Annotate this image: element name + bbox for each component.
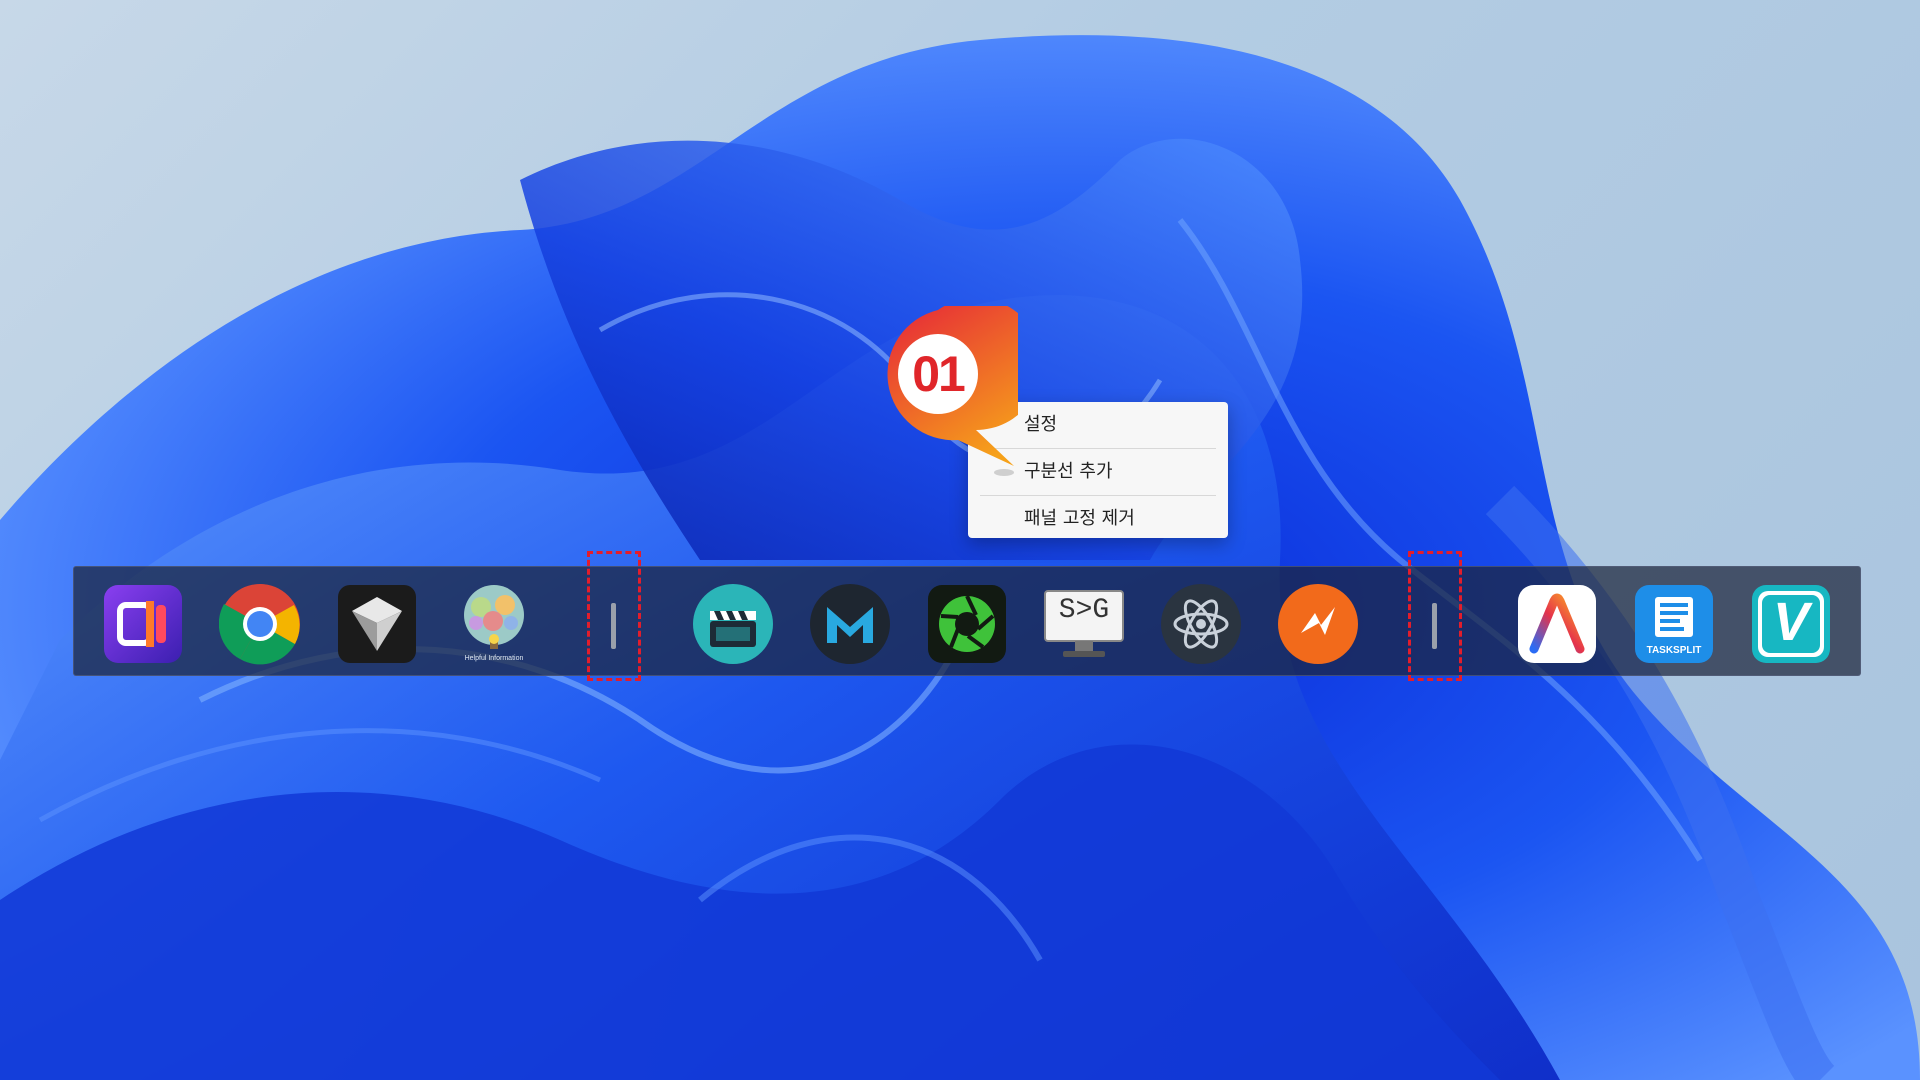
aperture-icon bbox=[928, 585, 1006, 663]
dock-app-8[interactable]: S>G bbox=[1043, 583, 1125, 665]
dock-app-6[interactable] bbox=[809, 583, 891, 665]
menu-item-unpin-panel[interactable]: 패널 고정 제거 bbox=[968, 500, 1228, 538]
menu-separator bbox=[980, 495, 1216, 496]
helpful-information-tree-icon bbox=[464, 585, 524, 649]
atom-icon bbox=[1161, 584, 1241, 664]
menu-item-settings-label: 설정 bbox=[1024, 414, 1058, 435]
separator-highlight-box bbox=[587, 551, 641, 681]
purple-split-app-icon bbox=[104, 585, 182, 663]
dock-app-13[interactable]: V bbox=[1750, 583, 1832, 665]
dock-app-12[interactable]: TASKSPLIT bbox=[1633, 583, 1715, 665]
separator-highlight-box bbox=[1408, 551, 1462, 681]
chrome-icon bbox=[219, 584, 300, 665]
tasksplit-caption: TASKSPLIT bbox=[1646, 645, 1702, 656]
dock-app-1[interactable] bbox=[102, 583, 184, 665]
s-to-g-label: S>G bbox=[1058, 595, 1110, 626]
wallpaper bbox=[0, 35, 1920, 1080]
orange-bolt-icon bbox=[1278, 584, 1358, 664]
clapperboard-icon bbox=[693, 584, 773, 664]
v-logo-label: V bbox=[1772, 592, 1810, 652]
dock-app-5[interactable] bbox=[692, 583, 774, 665]
dock-app-10[interactable] bbox=[1277, 583, 1359, 665]
dock-app-4[interactable]: Helpful Information bbox=[453, 583, 535, 665]
cube-app-icon bbox=[338, 585, 416, 663]
step-callout: 01 bbox=[868, 298, 1042, 466]
desktop: 설정 구분선 추가 패널 고정 제거 01 Helpful Informatio… bbox=[0, 0, 1920, 1080]
menu-item-add-separator-label: 구분선 추가 bbox=[1024, 461, 1113, 482]
dock-panel: Helpful Information S>G TASKSPLIT V bbox=[73, 551, 1861, 681]
cursor-dot-icon bbox=[994, 469, 1014, 476]
dock-app-11[interactable] bbox=[1516, 583, 1598, 665]
dock-app-2[interactable] bbox=[219, 583, 301, 665]
callout-label: 01 bbox=[898, 334, 978, 414]
arc-a-icon bbox=[1518, 585, 1596, 663]
m-logo-icon bbox=[810, 584, 890, 664]
dock-app-9[interactable] bbox=[1160, 583, 1242, 665]
dock-app-3[interactable] bbox=[336, 583, 418, 665]
menu-item-unpin-panel-label: 패널 고정 제거 bbox=[1024, 508, 1135, 529]
dock-app-7[interactable] bbox=[926, 583, 1008, 665]
helpful-information-caption: Helpful Information bbox=[464, 655, 524, 662]
